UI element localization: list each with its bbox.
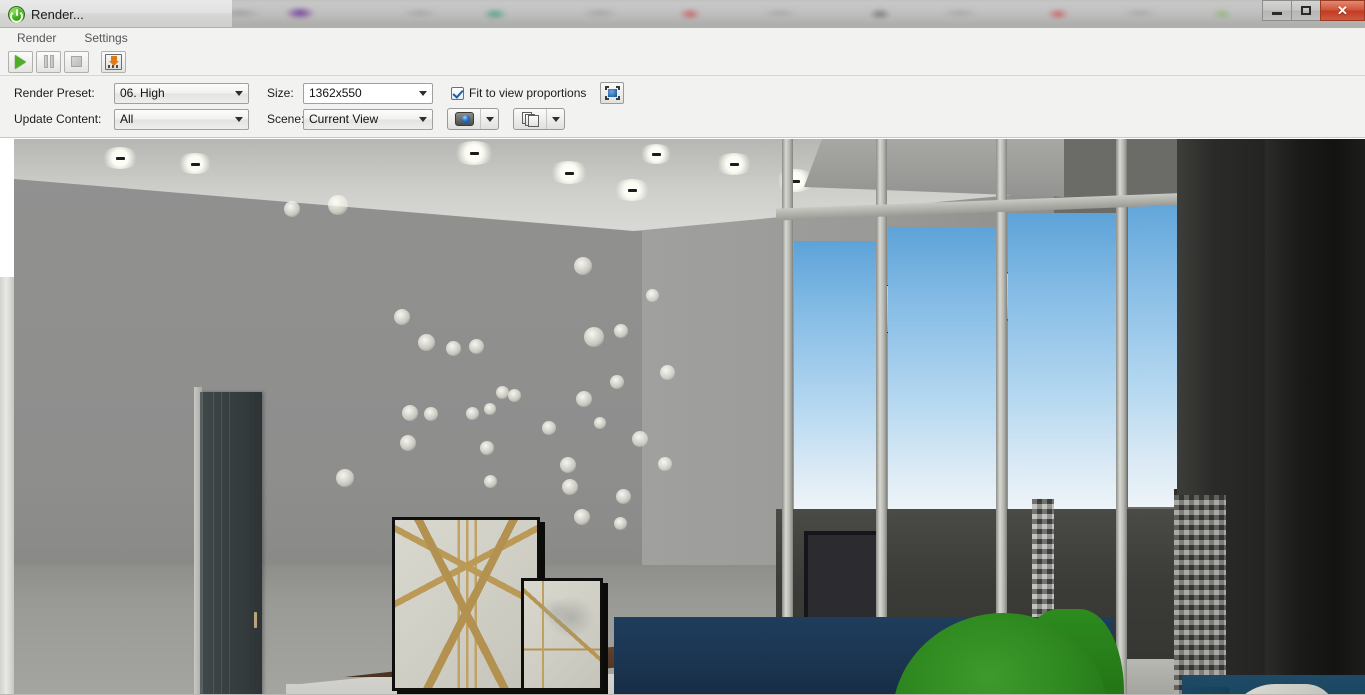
scene-combo-wrap: Current View	[303, 108, 433, 130]
scene-select[interactable]: Current View	[303, 108, 433, 130]
camera-button[interactable]	[448, 109, 480, 129]
window-title: Render...	[31, 6, 84, 22]
menu-item-settings[interactable]: Settings	[81, 30, 130, 46]
save-image-button[interactable]	[101, 50, 126, 73]
options-row-top: Render Preset: 06. High Size: 1362x550 F…	[14, 82, 1365, 104]
start-render-button[interactable]	[8, 50, 33, 73]
minimize-icon	[1272, 12, 1282, 15]
scene-label: Scene:	[267, 112, 305, 126]
render-options-panel: Render Preset: 06. High Size: 1362x550 F…	[0, 76, 1365, 138]
stop-render-button[interactable]	[64, 50, 89, 73]
render-artwork-small	[521, 578, 603, 691]
title-bar-left: Render...	[0, 0, 84, 28]
minimize-button[interactable]	[1262, 0, 1291, 21]
stop-icon	[71, 56, 82, 67]
update-content-label: Update Content:	[14, 112, 102, 126]
render-preset-select[interactable]: 06. High	[114, 82, 249, 104]
render-door	[200, 392, 262, 695]
window-controls: ✕	[1262, 0, 1365, 22]
render-preset-combo-wrap: 06. High	[114, 82, 249, 104]
title-bar: Render... ✕	[0, 0, 1365, 28]
canvas-left-gutter	[0, 277, 14, 695]
render-door-handle	[254, 612, 257, 628]
save-icon	[105, 53, 122, 70]
fit-to-view-label: Fit to view proportions	[469, 86, 587, 100]
update-content-select[interactable]: All	[114, 108, 249, 130]
render-curtain-dark	[1265, 139, 1365, 695]
size-combo-wrap: 1362x550	[303, 82, 433, 104]
size-select[interactable]: 1362x550	[303, 82, 433, 104]
checkbox-checked-icon	[451, 86, 464, 100]
pause-render-button[interactable]	[36, 50, 61, 73]
close-icon: ✕	[1337, 3, 1348, 18]
maximize-icon	[1301, 6, 1311, 15]
menu-bar: Render Settings	[0, 28, 1365, 48]
menu-item-render[interactable]: Render	[14, 30, 59, 46]
fit-region-icon	[604, 86, 620, 100]
render-window: Render... ✕ Render Settings Render Prese…	[0, 0, 1365, 695]
camera-dropdown-arrow[interactable]	[480, 109, 498, 129]
interior-living-room-render[interactable]	[14, 139, 1365, 695]
render-canvas-area[interactable]	[0, 138, 1365, 695]
pause-icon	[43, 55, 54, 68]
size-label: Size:	[267, 86, 294, 100]
layers-button[interactable]	[514, 109, 546, 129]
layers-dropdown-arrow[interactable]	[546, 109, 564, 129]
camera-split-button[interactable]	[447, 108, 499, 130]
play-icon	[15, 54, 26, 69]
fit-region-button[interactable]	[600, 82, 625, 104]
layers-split-button[interactable]	[513, 108, 565, 130]
fit-to-view-checkbox[interactable]: Fit to view proportions	[451, 86, 586, 100]
maximize-button[interactable]	[1291, 0, 1320, 21]
close-button[interactable]: ✕	[1320, 0, 1365, 21]
render-artwork-large	[392, 517, 540, 691]
render-preset-label: Render Preset:	[14, 86, 95, 100]
save-icon-slot	[108, 64, 120, 68]
camera-icon	[454, 112, 474, 126]
render-sheer-curtain	[1174, 495, 1226, 695]
update-content-combo-wrap: All	[114, 108, 249, 130]
toolbar	[0, 48, 1365, 76]
layers-icon	[521, 111, 539, 127]
options-row-bottom: Update Content: All Scene: Current View	[14, 108, 1365, 130]
power-render-icon	[8, 5, 25, 23]
